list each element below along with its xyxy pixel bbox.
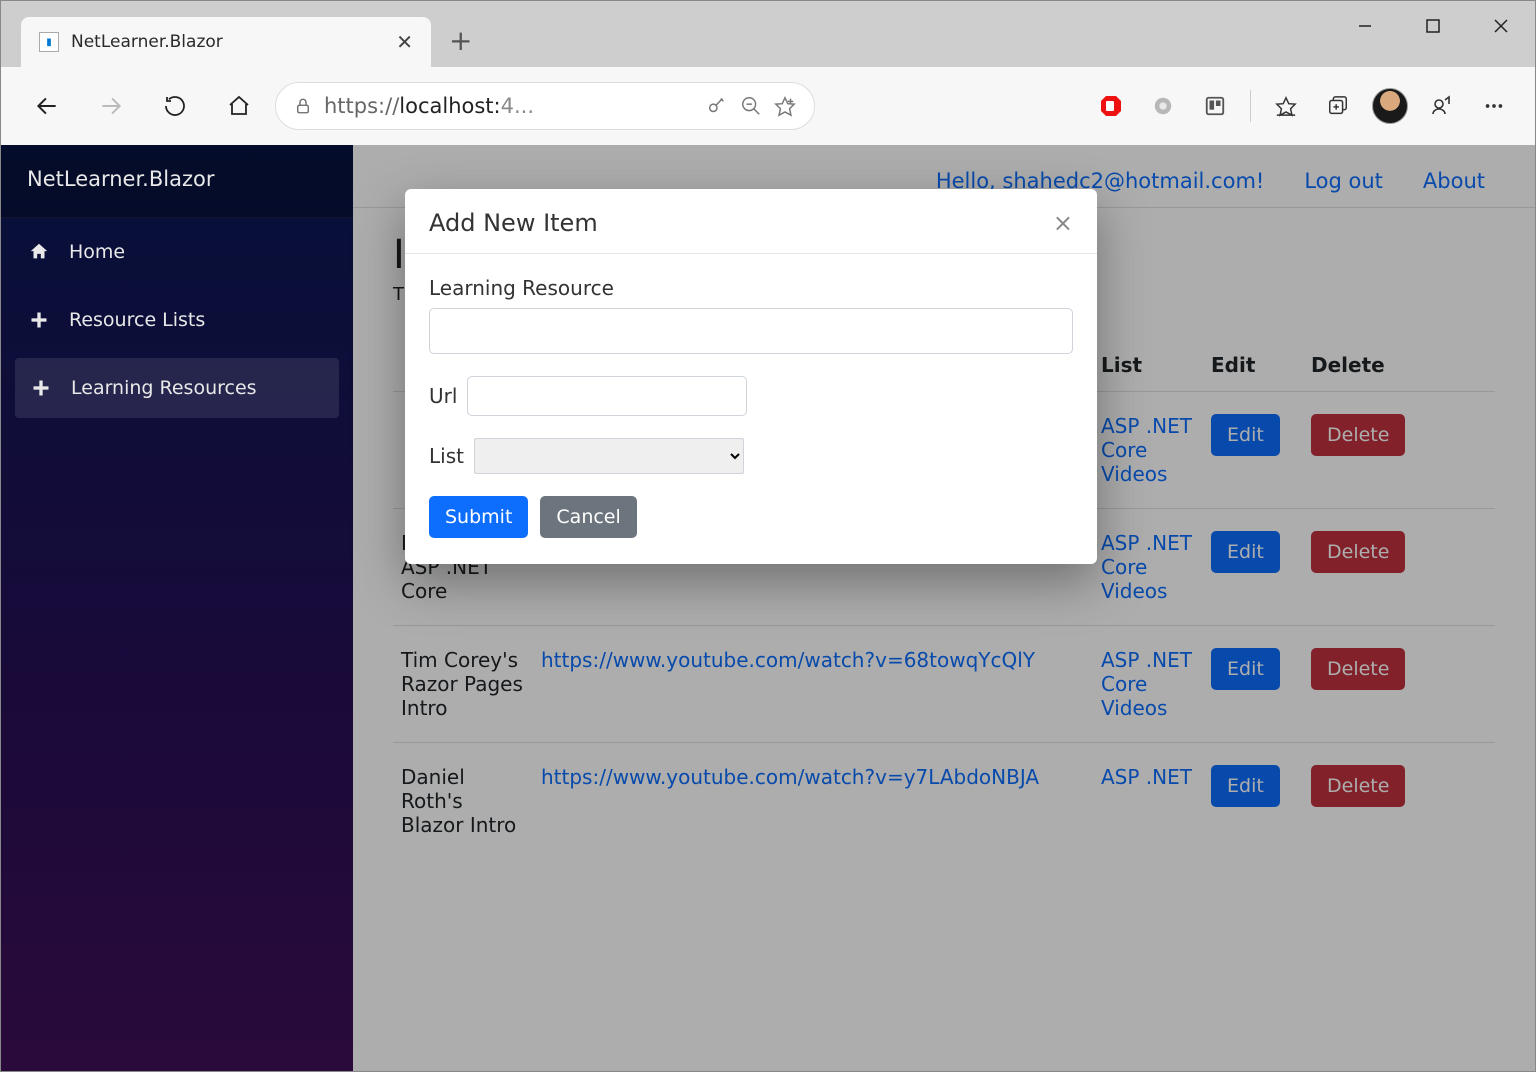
home-button[interactable] (211, 78, 267, 134)
toolbar-extensions (1088, 83, 1517, 129)
url-text: https://localhost:4... (324, 94, 694, 118)
extension-circle-icon[interactable] (1140, 83, 1186, 129)
add-item-modal: Add New Item × Learning Resource Url Lis… (405, 189, 1097, 564)
browser-tab[interactable]: ▮ NetLearner.Blazor ✕ (21, 17, 431, 67)
tab-bar: ▮ NetLearner.Blazor ✕ + (1, 1, 1535, 67)
lock-icon (294, 96, 312, 116)
extension-trello-icon[interactable] (1192, 83, 1238, 129)
toolbar-separator (1250, 90, 1251, 122)
label-list: List (429, 444, 464, 468)
browser-toolbar: https://localhost:4... (1, 67, 1535, 145)
sidebar-item-home[interactable]: Home (1, 218, 353, 286)
sidebar-brand[interactable]: NetLearner.Blazor (1, 145, 353, 218)
modal-close-button[interactable]: × (1053, 209, 1073, 237)
list-select[interactable] (474, 438, 744, 474)
modal-body: Learning Resource Url List Submit Cancel (405, 254, 1097, 564)
cancel-button[interactable]: Cancel (540, 496, 636, 538)
sidebar-item-label: Resource Lists (69, 309, 205, 331)
sidebar-item-label: Home (69, 241, 125, 263)
key-search-icon[interactable] (706, 95, 728, 117)
modal-title: Add New Item (429, 209, 598, 237)
refresh-button[interactable] (147, 78, 203, 134)
forward-button[interactable] (83, 78, 139, 134)
window-maximize-button[interactable] (1399, 1, 1467, 51)
sidebar-item-learning-resources[interactable]: Learning Resources (15, 358, 339, 418)
home-icon (27, 240, 51, 264)
zoom-out-icon[interactable] (740, 95, 762, 117)
window-close-button[interactable] (1467, 1, 1535, 51)
modal-header: Add New Item × (405, 189, 1097, 254)
sidebar-item-resource-lists[interactable]: Resource Lists (1, 286, 353, 354)
submit-button[interactable]: Submit (429, 496, 528, 538)
favorite-star-icon[interactable] (774, 95, 796, 117)
back-button[interactable] (19, 78, 75, 134)
new-tab-button[interactable]: + (431, 24, 490, 57)
collections-icon[interactable] (1315, 83, 1361, 129)
more-menu-icon[interactable] (1471, 83, 1517, 129)
sidebar: NetLearner.Blazor Home Resource Lists Le… (1, 145, 353, 1071)
learning-resource-input[interactable] (429, 308, 1073, 354)
label-url: Url (429, 384, 457, 408)
window-minimize-button[interactable] (1331, 1, 1399, 51)
address-bar[interactable]: https://localhost:4... (275, 82, 815, 130)
sidebar-item-label: Learning Resources (71, 377, 257, 399)
url-input[interactable] (467, 376, 747, 416)
browser-chrome: ▮ NetLearner.Blazor ✕ + https://localhos… (1, 1, 1535, 145)
tab-title: NetLearner.Blazor (71, 32, 384, 52)
plus-icon (27, 308, 51, 332)
tab-favicon-icon: ▮ (39, 32, 59, 52)
profile-avatar[interactable] (1367, 83, 1413, 129)
adblock-icon[interactable] (1088, 83, 1134, 129)
label-learning-resource: Learning Resource (429, 276, 1073, 300)
favorites-icon[interactable] (1263, 83, 1309, 129)
feedback-icon[interactable] (1419, 83, 1465, 129)
plus-icon (29, 376, 53, 400)
window-controls (1331, 1, 1535, 51)
tab-close-button[interactable]: ✕ (396, 30, 413, 54)
